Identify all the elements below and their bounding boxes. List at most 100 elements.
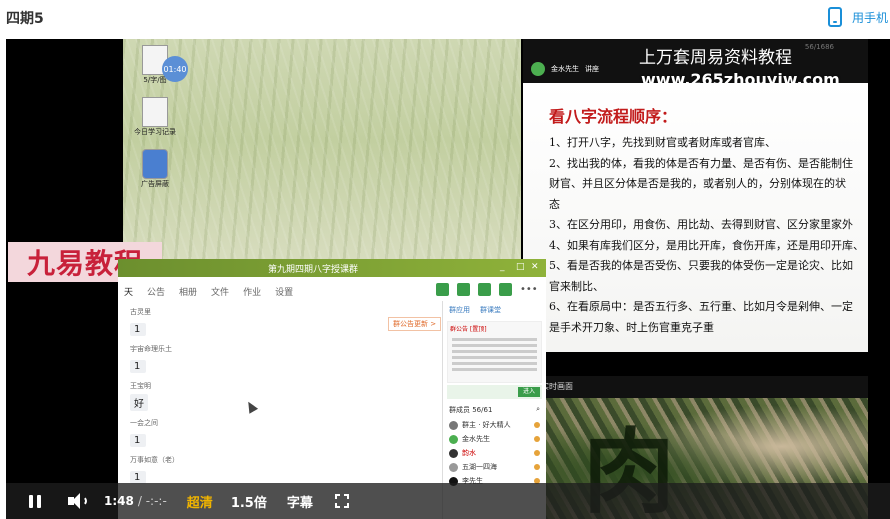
member-header: 群成员 56/61 ⌕	[443, 399, 546, 418]
document-icon	[142, 97, 168, 127]
group-chat-window: 第九期四期八字授课群 _ □ ✕ 天 公告 相册 文件 作业 设置 ••• 群公…	[118, 259, 546, 519]
chat-titlebar: 第九期四期八字授课群 _ □ ✕	[118, 259, 546, 277]
video-call-icon[interactable]	[457, 283, 470, 296]
tab-files[interactable]: 文件	[211, 285, 229, 299]
top-bar: 四期5 用手机	[0, 0, 890, 38]
slide-line: 2、找出我的体，看我的体是否有力量、是否有伤、是否能制住	[549, 156, 853, 170]
presenter-bar: 金水先生 讲座	[523, 59, 653, 79]
volume-button[interactable]	[68, 492, 90, 510]
use-mobile-label: 用手机	[852, 10, 889, 25]
desktop-icon-shield: 广告屏蔽	[125, 149, 185, 189]
pause-button[interactable]	[20, 483, 50, 519]
slide-line: 6、在看原局中：是否五行多、五行重、比如月令是剁伸、一定	[549, 300, 853, 313]
video-player[interactable]: 5/字/图 01:40 今日学习记录 广告屏蔽 56/1686 金水先生 讲座 …	[6, 39, 890, 519]
message-sender: 王宝明	[130, 382, 151, 390]
watermark-site-title: 上万套周易资料教程	[639, 48, 792, 68]
message-bubble: 1	[130, 434, 146, 447]
member-item[interactable]: 韵水	[443, 446, 546, 460]
message-bubble: 1	[130, 323, 146, 336]
avatar	[449, 434, 458, 444]
desktop-icon-doc: 今日学习记录	[125, 97, 185, 137]
lecture-slide: 看八字流程顺序： 1、打开八字，先找到财官或者财库或者官库、 2、找出我的体，看…	[523, 83, 868, 352]
more-icon[interactable]: •••	[520, 283, 538, 296]
message-sender: 万事如意（老）	[130, 456, 179, 464]
phone-icon	[828, 7, 842, 27]
member-name: 群主 · 好大精人	[462, 421, 511, 429]
add-app-icon[interactable]	[499, 283, 512, 296]
member-search-icon[interactable]: ⌕	[536, 405, 540, 415]
slide-title: 看八字流程顺序：	[549, 107, 678, 126]
member-name: 金水先生	[462, 435, 490, 443]
message-bubble: 1	[130, 360, 146, 373]
desktop-icon-label: 广告屏蔽	[141, 180, 169, 188]
fullscreen-button[interactable]	[334, 494, 349, 508]
member-item[interactable]: 群主 · 好大精人	[443, 418, 546, 432]
notice-heading: 群公告 [置顶]	[450, 326, 487, 333]
shield-icon	[142, 149, 168, 179]
chat-message: 王宝明 好	[130, 381, 430, 418]
tab-chat[interactable]: 天	[124, 285, 133, 299]
side-tabs: 群应用 群课堂	[443, 301, 546, 319]
minimize-icon[interactable]: _	[500, 262, 505, 272]
current-time: 1:48	[104, 494, 134, 508]
fullscreen-icon	[334, 494, 340, 499]
tab-group-class[interactable]: 群课堂	[480, 305, 501, 315]
tab-album[interactable]: 相册	[179, 285, 197, 299]
slide-line: 官来制比、	[549, 279, 604, 293]
gender-icon	[534, 436, 540, 442]
speed-button[interactable]: 1.5倍	[231, 492, 267, 511]
chat-message: 古灵里 1	[130, 307, 430, 344]
presenter-avatar	[531, 62, 545, 76]
gender-icon	[534, 422, 540, 428]
page-title: 四期5	[6, 11, 44, 27]
use-mobile-button[interactable]: 用手机	[828, 6, 890, 28]
member-name: 五湖一四海	[462, 463, 497, 471]
chat-message: 一会之间 1	[130, 418, 430, 455]
video-desktop-area: 5/字/图 01:40 今日学习记录 广告屏蔽	[123, 39, 521, 264]
avatar	[449, 448, 458, 458]
member-item[interactable]: 金水先生	[443, 432, 546, 446]
gender-icon	[534, 450, 540, 456]
camera-header: 实时画面	[523, 376, 868, 398]
player-control-bar: 1:48 / -:-:- 超清 1.5倍 字幕	[6, 483, 890, 519]
maximize-icon[interactable]: □	[516, 262, 525, 272]
tab-settings[interactable]: 设置	[275, 285, 293, 299]
chat-toolbar: •••	[436, 283, 538, 296]
slide-line: 5、看是否我的体是否受伤、只要我的体受伤一定是论灾、比如	[549, 259, 853, 272]
quality-button[interactable]: 超清	[187, 492, 213, 511]
member-item[interactable]: 五湖一四海	[443, 460, 546, 474]
close-icon[interactable]: ✕	[531, 262, 539, 272]
subtitle-button[interactable]: 字幕	[287, 492, 313, 511]
slide-line: 态	[549, 197, 560, 211]
tab-homework[interactable]: 作业	[243, 285, 261, 299]
member-name: 韵水	[462, 449, 476, 457]
duration: / -:-:-	[137, 494, 167, 508]
message-list: 古灵里 1 宇宙命理乐土 1 王宝明 好 一会之间 1 万事如意（老） 1	[130, 307, 430, 492]
join-button[interactable]: 进入	[518, 387, 540, 397]
slide-line: 4、如果有库我们区分，是用比开库，食伤开库，还是用印开库、	[549, 238, 864, 252]
chat-title: 第九期四期八字授课群	[268, 265, 359, 275]
presenter-name: 金水先生	[551, 65, 579, 73]
pause-icon	[29, 494, 33, 508]
chat-tabs: 天 公告 相册 文件 作业 设置	[118, 285, 293, 299]
tab-group-apps[interactable]: 群应用	[449, 305, 470, 315]
group-notice: 群公告 [置顶]	[447, 321, 542, 383]
avatar	[449, 420, 458, 430]
message-sender: 古灵里	[130, 308, 151, 316]
phone-call-icon[interactable]	[436, 283, 449, 296]
slide-line: 财官、并且区分体是否是我的，或者别人的，分别体现在的状	[549, 177, 846, 190]
presenter-status: 讲座	[585, 65, 599, 73]
class-bar: 进入	[447, 385, 542, 399]
screen-share-icon[interactable]	[478, 283, 491, 296]
tab-announcement[interactable]: 公告	[147, 285, 165, 299]
slide-line: 是手术开刀象、时上伤官重克子重	[549, 320, 714, 334]
gender-icon	[534, 464, 540, 470]
slide-header-number: 56/1686	[804, 43, 834, 51]
clock-badge: 01:40	[162, 56, 188, 82]
message-sender: 宇宙命理乐土	[130, 345, 172, 353]
chat-message: 宇宙命理乐土 1	[130, 344, 430, 381]
member-count: 群成员 56/61	[449, 406, 493, 414]
message-bubble: 好	[130, 394, 148, 411]
avatar	[449, 462, 458, 472]
desktop-icon-label: 今日学习记录	[134, 128, 176, 136]
